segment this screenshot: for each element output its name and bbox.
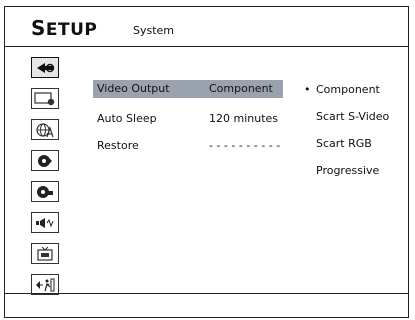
page-title: SETUP	[31, 16, 97, 40]
title-initial: S	[31, 16, 46, 40]
setting-label: Auto Sleep	[97, 112, 157, 125]
title-rest: ETUP	[45, 20, 98, 40]
option-component[interactable]: • Component	[304, 81, 404, 108]
sidebar-item-system[interactable]	[31, 57, 59, 78]
option-progressive[interactable]: Progressive	[304, 162, 404, 189]
setting-value: - - - - - - - - - -	[209, 139, 281, 152]
selected-bullet-icon: •	[304, 83, 311, 96]
setting-value: 120 minutes	[209, 112, 279, 125]
option-label: Progressive	[316, 164, 380, 177]
sidebar-item-exit[interactable]	[31, 274, 59, 295]
setup-window: SETUP System Video Output Component Auto…	[4, 6, 409, 318]
language-icon	[36, 122, 54, 137]
video-icon	[37, 185, 53, 198]
sidebar-item-display[interactable]	[31, 88, 59, 109]
exit-icon	[36, 278, 55, 291]
option-label: Component	[316, 83, 380, 96]
sidebar-item-video[interactable]	[31, 181, 59, 202]
option-label: Scart S-Video	[316, 110, 390, 123]
footer-bar	[5, 293, 408, 317]
option-list: • Component Scart S-Video Scart RGB Prog…	[304, 81, 404, 189]
sidebar-item-speaker[interactable]	[31, 212, 59, 233]
sidebar	[31, 57, 63, 305]
tv-icon	[37, 246, 53, 261]
option-label: Scart RGB	[316, 137, 372, 150]
sidebar-item-language[interactable]	[31, 119, 59, 140]
page-subtitle: System	[133, 24, 175, 37]
audio-icon	[38, 154, 52, 167]
option-scart-s-video[interactable]: Scart S-Video	[304, 108, 404, 135]
speaker-icon	[36, 217, 54, 228]
setting-row-video-output[interactable]: Video Output Component	[93, 80, 283, 98]
setting-value: Component	[209, 82, 273, 95]
setting-label: Restore	[97, 139, 139, 152]
system-icon	[37, 62, 55, 73]
setting-row-restore[interactable]: Restore - - - - - - - - - -	[93, 137, 283, 155]
sidebar-item-audio[interactable]	[31, 150, 59, 171]
display-icon	[34, 91, 55, 105]
sidebar-item-tv[interactable]	[31, 243, 59, 264]
header-bar: SETUP System	[5, 7, 408, 47]
setting-row-auto-sleep[interactable]: Auto Sleep 120 minutes	[93, 110, 283, 128]
option-scart-rgb[interactable]: Scart RGB	[304, 135, 404, 162]
setting-label: Video Output	[97, 82, 170, 95]
